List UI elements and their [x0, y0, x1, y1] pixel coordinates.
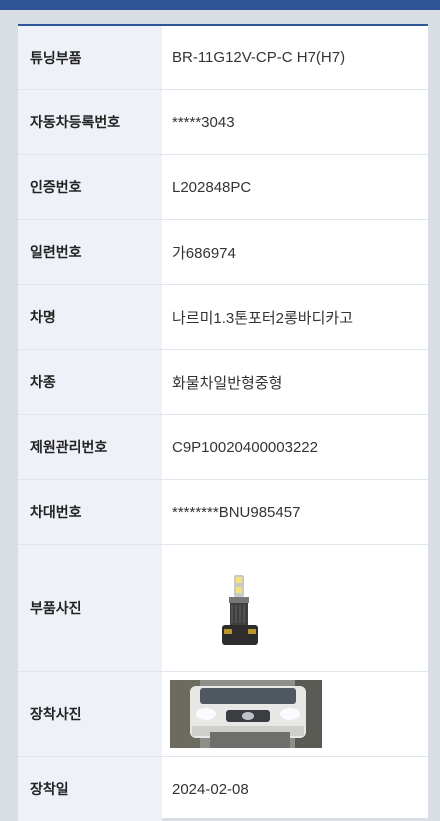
table-row: 차명 나르미1.3톤포터2롱바디카고 [18, 285, 428, 350]
top-accent-bar [0, 0, 440, 10]
row-value: 나르미1.3톤포터2롱바디카고 [172, 309, 353, 327]
table-row: 부품사진 [18, 545, 428, 672]
row-label: 인증번호 [18, 155, 162, 219]
table-row: 인증번호 L202848PC [18, 155, 428, 220]
table-row: 장착사진 [18, 672, 428, 757]
table-row: 일련번호 가686974 [18, 220, 428, 285]
table-row: 차종 화물차일반형중형 [18, 350, 428, 415]
table-row: 장착일 2024-02-08 [18, 757, 428, 821]
row-label: 부품사진 [18, 545, 162, 671]
installation-photo-cell [160, 672, 428, 756]
row-value: 가686974 [172, 244, 236, 262]
table-row: 자동차등록번호 *****3043 [18, 90, 428, 155]
row-label: 제원관리번호 [18, 415, 162, 479]
row-value: 2024-02-08 [172, 780, 249, 798]
table-row: 튜닝부품 BR-11G12V-CP-C H7(H7) [18, 26, 428, 90]
row-label: 자동차등록번호 [18, 90, 162, 154]
row-value: C9P10020400003222 [172, 438, 318, 456]
table-row: 차대번호 ********BNU985457 [18, 480, 428, 545]
row-label: 차대번호 [18, 480, 162, 544]
row-label: 장착일 [18, 757, 162, 821]
row-value: BR-11G12V-CP-C H7(H7) [172, 49, 346, 66]
led-headlight-bulb-photo[interactable] [212, 565, 268, 651]
row-value: *****3043 [172, 113, 235, 131]
row-label: 장착사진 [18, 672, 162, 756]
row-label: 차명 [18, 285, 162, 349]
row-label: 튜닝부품 [18, 26, 162, 89]
part-photo-cell [162, 545, 428, 671]
table-row: 제원관리번호 C9P10020400003222 [18, 415, 428, 480]
row-label: 일련번호 [18, 220, 162, 284]
row-label: 차종 [18, 350, 162, 414]
truck-front-installation-photo[interactable] [170, 680, 322, 748]
row-value: 화물차일반형중형 [172, 374, 283, 392]
tuning-parts-info-table: 튜닝부품 BR-11G12V-CP-C H7(H7) 자동차등록번호 *****… [18, 24, 428, 821]
row-value: ********BNU985457 [172, 503, 301, 521]
row-value: L202848PC [172, 178, 252, 196]
